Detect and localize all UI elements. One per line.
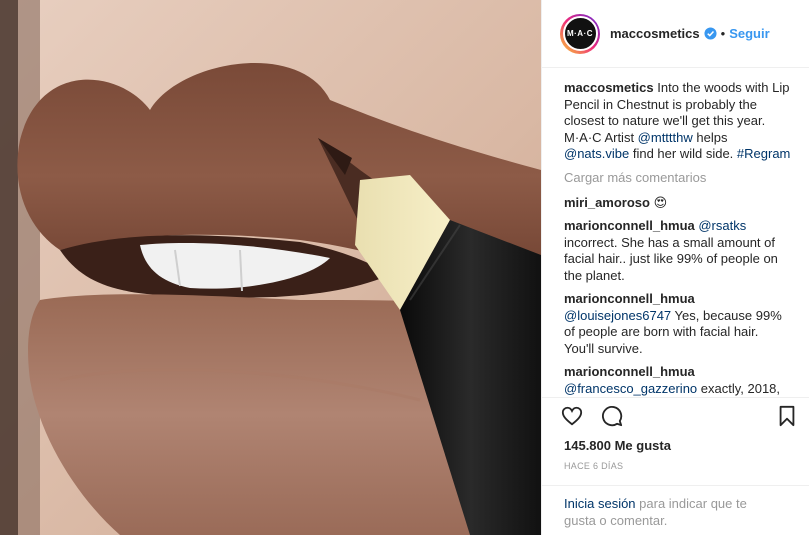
post-header: M·A·C maccosmetics • Seguir — [542, 0, 809, 68]
comment-text: incorrect. She has a small amount of fac… — [564, 234, 778, 283]
likes-count[interactable]: 145.800 Me gusta — [564, 438, 671, 453]
post-photo[interactable] — [0, 0, 541, 535]
post-side-panel: M·A·C maccosmetics • Seguir maccosmetics… — [541, 0, 809, 535]
comment-item: miri_amoroso 😍 — [564, 195, 791, 212]
avatar[interactable]: M·A·C — [560, 13, 600, 54]
instagram-post: M·A·C maccosmetics • Seguir maccosmetics… — [0, 0, 809, 535]
verified-badge-icon — [704, 27, 717, 40]
comment-username[interactable]: marionconnell_hmua — [564, 364, 695, 379]
post-timestamp[interactable]: HACE 6 DÍAS — [564, 461, 623, 471]
caption-username[interactable]: maccosmetics — [564, 80, 654, 95]
caption-text-end: find her wild side. — [629, 146, 737, 161]
comments-list[interactable]: maccosmetics Into the woods with Lip Pen… — [542, 68, 809, 398]
comment-item: marionconnell_hmua @louisejones6747 Yes,… — [564, 291, 791, 357]
comment-username[interactable]: marionconnell_hmua — [564, 218, 695, 233]
like-button[interactable] — [560, 404, 584, 428]
login-link[interactable]: Inicia sesión — [564, 496, 636, 511]
comment-mention[interactable]: @francesco_gazzerino — [564, 381, 697, 396]
caption-text-mid: helps — [692, 129, 728, 145]
heart-icon — [561, 406, 583, 425]
comment-username[interactable]: marionconnell_hmua — [564, 291, 695, 306]
action-bar — [542, 397, 809, 433]
caption: maccosmetics Into the woods with Lip Pen… — [564, 80, 791, 163]
caption-mention[interactable]: @nats.vibe — [564, 146, 629, 161]
caption-mention[interactable]: @mtttthw — [638, 130, 693, 145]
comment-button[interactable] — [600, 404, 624, 428]
caption-hashtag[interactable]: #Regram — [737, 146, 790, 161]
separator-dot: • — [720, 26, 726, 41]
load-more-comments-button[interactable]: Cargar más comentarios — [564, 170, 791, 185]
comment-mention[interactable]: @louisejones6747 — [564, 308, 671, 323]
avatar-logo: M·A·C — [562, 16, 598, 51]
comment-item: marionconnell_hmua @francesco_gazzerino … — [564, 364, 791, 398]
bookmark-icon — [779, 405, 795, 426]
comment-item: marionconnell_hmua @rsatks incorrect. Sh… — [564, 218, 791, 284]
comment-icon — [602, 405, 623, 426]
header-username[interactable]: maccosmetics — [610, 26, 700, 41]
lip-pencil-image — [0, 0, 541, 535]
login-prompt: Inicia sesión para indicar que te gusta … — [542, 485, 809, 529]
save-button[interactable] — [775, 404, 799, 428]
comment-username[interactable]: miri_amoroso — [564, 195, 650, 210]
comment-mention[interactable]: @rsatks — [695, 218, 746, 233]
follow-button[interactable]: Seguir — [729, 26, 769, 41]
comment-text: 😍 — [649, 194, 668, 210]
